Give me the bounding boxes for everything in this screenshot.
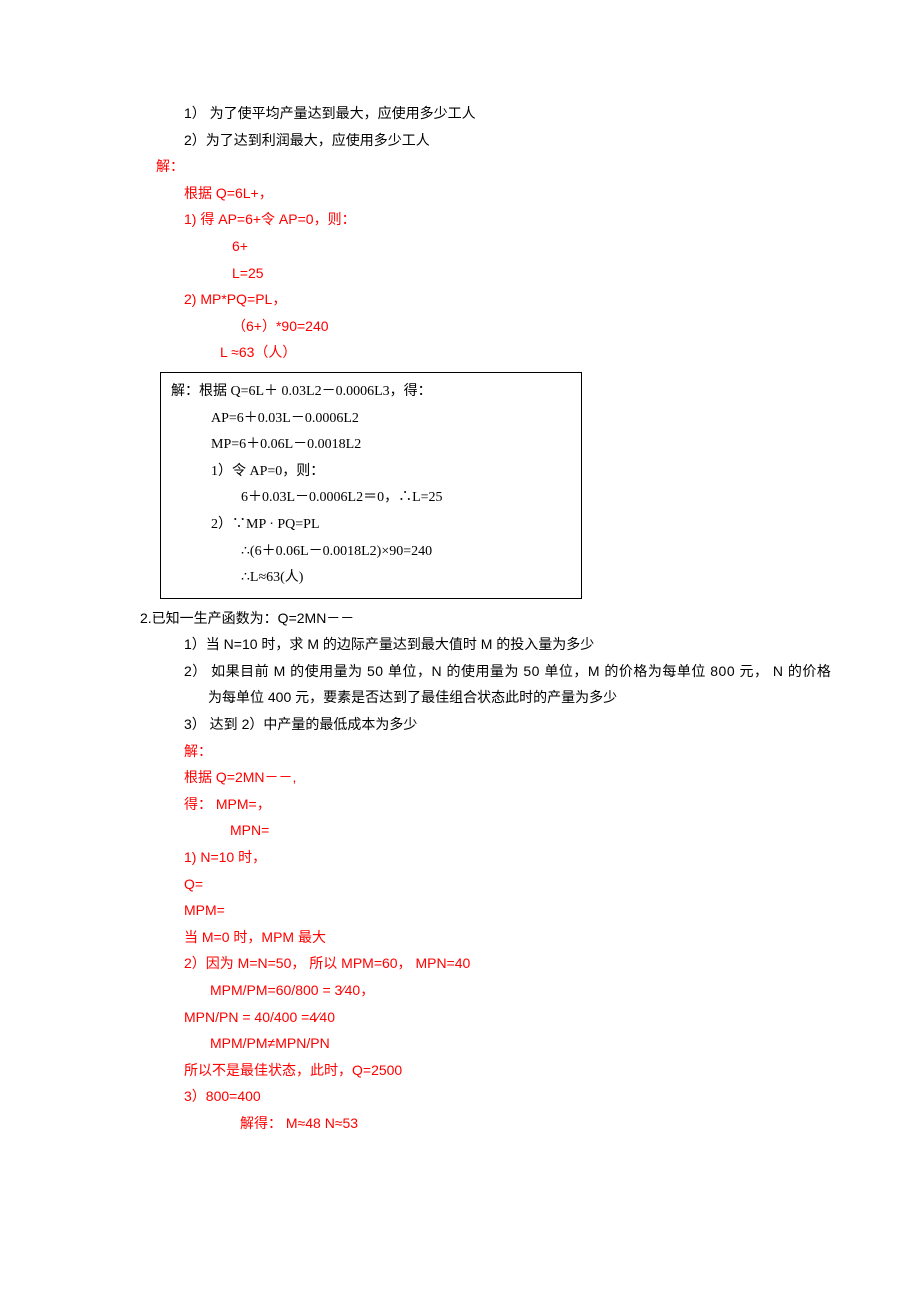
sol2-line4: 1) N=10 时，	[184, 844, 850, 871]
sol2-line1: 根据 Q=2MN－－,	[184, 764, 850, 791]
box-line8: ∴L≈63(人)	[241, 565, 571, 592]
solution2-label: 解：	[184, 738, 850, 765]
box-line1: 解：根据 Q=6L＋ 0.03L2－0.0006L3，得：	[171, 379, 571, 406]
box-line2: AP=6＋0.03L－0.0006L2	[211, 406, 571, 433]
sol1-line1: 根据 Q=6L+，	[184, 180, 850, 207]
box-line6: 2）∵MP · PQ=PL	[211, 512, 571, 539]
sol2-line13: 3）800=400	[184, 1083, 850, 1110]
box-line5: 6＋0.03L－0.0006L2＝0，∴L=25	[241, 485, 571, 512]
sol2-line8: 2）因为 M=N=50， 所以 MPM=60， MPN=40	[184, 950, 850, 977]
sol2-line10: MPN/PN = 40/400 =4⁄40	[184, 1004, 850, 1031]
sol1-line3: 6+	[232, 233, 850, 260]
box-line7: ∴(6＋0.06L－0.0018L2)×90=240	[241, 539, 571, 566]
box-line4: 1）令 AP=0，则：	[211, 459, 571, 486]
problem1-q2: 2）为了达到利润最大，应使用多少工人	[184, 127, 850, 154]
box-line3: MP=6＋0.06L－0.0018L2	[211, 432, 571, 459]
sol1-line2: 1) 得 AP=6+令 AP=0，则：	[184, 206, 850, 233]
sol2-line7: 当 M=0 时，MPM 最大	[184, 924, 850, 951]
sol1-line5: 2) MP*PQ=PL，	[184, 286, 850, 313]
sol2-line3: MPN=	[230, 817, 850, 844]
sol2-line11: MPM/PM≠MPN/PN	[210, 1030, 850, 1057]
sol1-line7: L ≈63（人）	[220, 339, 850, 366]
problem2-q2a: 2） 如果目前 M 的使用量为 50 单位，N 的使用量为 50 单位，M 的价…	[184, 658, 850, 685]
sol2-line14: 解得： M≈48 N≈53	[240, 1110, 850, 1137]
boxed-solution: 解：根据 Q=6L＋ 0.03L2－0.0006L3，得： AP=6＋0.03L…	[160, 372, 582, 599]
sol2-line5: Q=	[184, 871, 850, 898]
problem2-q3: 3） 达到 2）中产量的最低成本为多少	[184, 711, 850, 738]
problem2-head: 2.已知一生产函数为：Q=2MN－－	[140, 605, 850, 632]
document-page: 1） 为了使平均产量达到最大，应使用多少工人 2）为了达到利润最大，应使用多少工…	[0, 0, 920, 1302]
sol1-line6: （6+）*90=240	[232, 313, 850, 340]
sol2-line6: MPM=	[184, 897, 850, 924]
sol2-line9: MPM/PM=60/800 = 3⁄40，	[210, 977, 850, 1004]
sol2-line2: 得： MPM=，	[184, 791, 850, 818]
sol1-line4: L=25	[232, 260, 850, 287]
sol2-line12: 所以不是最佳状态，此时，Q=2500	[184, 1057, 850, 1084]
problem1-q1: 1） 为了使平均产量达到最大，应使用多少工人	[184, 100, 850, 127]
solution-label: 解：	[156, 153, 850, 180]
problem2-q2b: 为每单位 400 元，要素是否达到了最佳组合状态此时的产量为多少	[208, 684, 850, 711]
problem2-q1: 1）当 N=10 时，求 M 的边际产量达到最大值时 M 的投入量为多少	[184, 631, 850, 658]
